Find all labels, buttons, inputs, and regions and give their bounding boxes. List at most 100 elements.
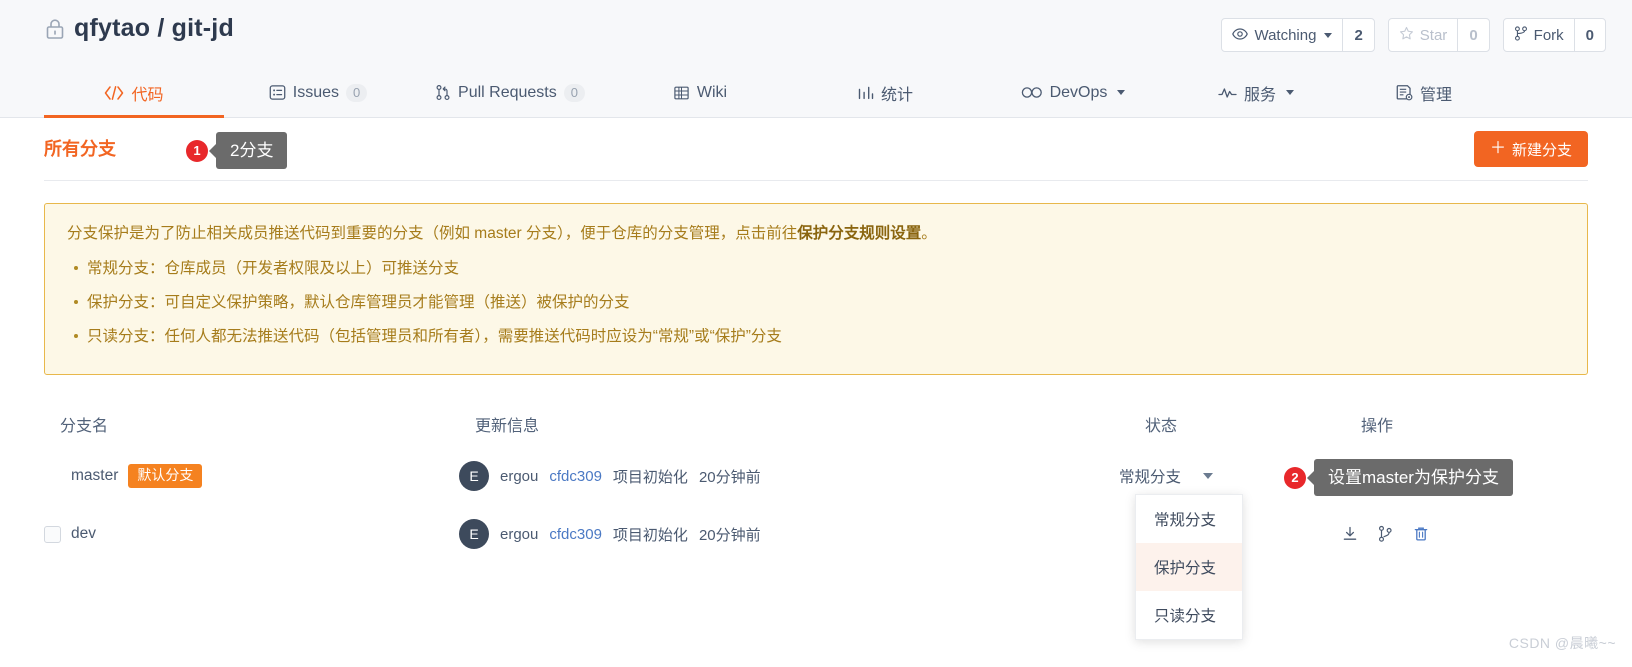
fork-icon	[1514, 25, 1528, 45]
service-icon	[1218, 86, 1237, 100]
commit-sha[interactable]: cfdc309	[549, 468, 602, 485]
branch-name-cell: dev	[44, 525, 459, 543]
annotation-marker-1: 1 2分支	[186, 132, 288, 170]
tab-service[interactable]: 服务	[1168, 68, 1344, 117]
tab-code[interactable]: 代码	[44, 68, 224, 118]
tab-pull-requests-label: Pull Requests	[458, 83, 557, 101]
tab-code-label: 代码	[131, 86, 164, 104]
tab-wiki[interactable]: Wiki	[608, 68, 792, 117]
chevron-down-icon	[1286, 90, 1294, 95]
tab-manage[interactable]: 管理	[1344, 68, 1504, 117]
branch-ops-cell	[1319, 525, 1588, 543]
table-row: dev E ergou cfdc309 项目初始化 20分钟前	[44, 505, 1588, 563]
tab-devops-label: DevOps	[1049, 83, 1108, 101]
notice-lead: 分支保护是为了防止相关成员推送代码到重要的分支（例如 master 分支），便于…	[67, 222, 1565, 246]
branch-name-cell: master 默认分支	[44, 464, 459, 488]
merge-branch-icon[interactable]	[1377, 525, 1394, 543]
branch-protection-notice: 分支保护是为了防止相关成员推送代码到重要的分支（例如 master 分支），便于…	[44, 203, 1588, 376]
new-branch-label: 新建分支	[1511, 141, 1572, 159]
watch-button[interactable]: Watching 2	[1221, 18, 1375, 52]
marker-1-tooltip: 2分支	[216, 132, 288, 170]
watch-label: Watching	[1254, 26, 1317, 44]
column-header-info: 更新信息	[475, 418, 540, 436]
star-count[interactable]: 0	[1457, 19, 1488, 51]
devops-icon	[1021, 86, 1043, 99]
branch-info-cell: E ergou cfdc309 项目初始化 20分钟前	[459, 519, 1119, 550]
branches-toolbar: 所有分支 1 2分支 ＋ 新建分支	[44, 118, 1588, 181]
trash-icon[interactable]	[1412, 525, 1430, 543]
marker-2-badge: 2	[1284, 466, 1306, 489]
plus-icon: ＋	[1489, 140, 1506, 157]
download-icon[interactable]	[1341, 525, 1359, 543]
branch-status-select[interactable]: 常规分支	[1119, 465, 1214, 487]
dropdown-item-readonly[interactable]: 只读分支	[1136, 591, 1242, 639]
star-button-main[interactable]: Star	[1389, 19, 1458, 51]
chevron-down-icon	[1203, 473, 1214, 480]
manage-icon	[1396, 84, 1413, 101]
pull-request-icon	[435, 84, 451, 101]
issues-icon	[269, 84, 286, 101]
default-branch-tag: 默认分支	[128, 464, 203, 488]
commit-sha[interactable]: cfdc309	[549, 526, 602, 543]
branch-table: 分支名 更新信息 状态 操作 master 默认分支 E ergou cfdc3…	[44, 401, 1588, 563]
branch-status-value: 常规分支	[1119, 469, 1182, 487]
commit-author[interactable]: ergou	[500, 468, 538, 485]
column-header-name: 分支名	[60, 418, 109, 436]
marker-1-badge: 1	[186, 139, 208, 162]
tab-devops[interactable]: DevOps	[978, 68, 1168, 117]
annotation-marker-2: 2 设置master为保护分支	[1284, 459, 1513, 497]
tab-issues-badge: 0	[346, 83, 368, 102]
watermark: CSDN @晨曦~~	[1508, 635, 1616, 651]
commit-message: 项目初始化	[612, 468, 688, 486]
lock-icon	[44, 17, 66, 41]
column-header-status: 状态	[1145, 418, 1178, 436]
row-checkbox[interactable]	[44, 525, 61, 543]
tab-issues-label: Issues	[292, 83, 339, 101]
star-label: Star	[1419, 26, 1448, 44]
tab-pull-requests[interactable]: Pull Requests 0	[412, 68, 608, 117]
chevron-down-icon	[1324, 32, 1333, 38]
page-content: 所有分支 1 2分支 ＋ 新建分支 分支保护是为了防止相关成员推送代码到重要的分…	[0, 118, 1632, 563]
tab-stats-label: 统计	[880, 86, 913, 104]
branch-ops-icons	[1319, 525, 1430, 543]
notice-lead-end: 。	[921, 225, 937, 242]
commit-author[interactable]: ergou	[500, 526, 538, 543]
dropdown-item-protected[interactable]: 保护分支	[1136, 543, 1242, 591]
repo-header: qfytao / git-jd Watching 2 Star 0 Fork 0	[0, 0, 1632, 68]
table-row: master 默认分支 E ergou cfdc309 项目初始化 20分钟前 …	[44, 447, 1588, 505]
header-actions: Watching 2 Star 0 Fork 0	[1221, 18, 1606, 52]
star-icon	[1399, 26, 1414, 45]
avatar: E	[459, 461, 489, 492]
wiki-icon	[673, 85, 690, 101]
branch-status-dropdown-menu: 常规分支 保护分支 只读分支	[1135, 494, 1243, 640]
fork-count[interactable]: 0	[1573, 19, 1605, 51]
stats-icon	[857, 85, 874, 101]
tab-wiki-label: Wiki	[696, 83, 728, 101]
watch-button-main[interactable]: Watching	[1222, 19, 1342, 51]
notice-bullet-list: 常规分支：仓库成员（开发者权限及以上）可推送分支 保护分支：可自定义保护策略，默…	[67, 252, 1565, 354]
tab-issues[interactable]: Issues 0	[224, 68, 412, 117]
page-title: qfytao / git-jd	[74, 14, 234, 42]
avatar: E	[459, 519, 489, 550]
new-branch-button[interactable]: ＋ 新建分支	[1473, 131, 1588, 167]
tab-manage-label: 管理	[1419, 86, 1452, 104]
tab-service-label: 服务	[1243, 86, 1276, 104]
fork-button-main[interactable]: Fork	[1504, 19, 1574, 51]
main-nav: 代码 Issues 0 Pull Requests 0 Wiki 统计 DevO…	[0, 68, 1632, 118]
tab-pull-requests-badge: 0	[563, 83, 585, 102]
star-button[interactable]: Star 0	[1387, 18, 1490, 52]
branch-info-cell: E ergou cfdc309 项目初始化 20分钟前	[459, 461, 1119, 492]
tab-stats[interactable]: 统计	[792, 68, 978, 117]
commit-time: 20分钟前	[698, 526, 761, 544]
all-branches-title: 所有分支	[44, 139, 116, 159]
commit-message: 项目初始化	[612, 526, 688, 544]
fork-button[interactable]: Fork 0	[1502, 18, 1606, 52]
chevron-down-icon	[1117, 90, 1126, 95]
list-item: 保护分支：可自定义保护策略，默认仓库管理员才能管理（推送）被保护的分支	[74, 286, 1565, 320]
notice-lead-text: 分支保护是为了防止相关成员推送代码到重要的分支（例如 master 分支），便于…	[67, 225, 798, 242]
notice-link[interactable]: 保护分支规则设置	[797, 225, 921, 242]
eye-icon	[1232, 27, 1249, 44]
watch-count[interactable]: 2	[1342, 19, 1373, 51]
marker-2-tooltip: 设置master为保护分支	[1314, 459, 1513, 497]
dropdown-item-normal[interactable]: 常规分支	[1136, 495, 1242, 543]
